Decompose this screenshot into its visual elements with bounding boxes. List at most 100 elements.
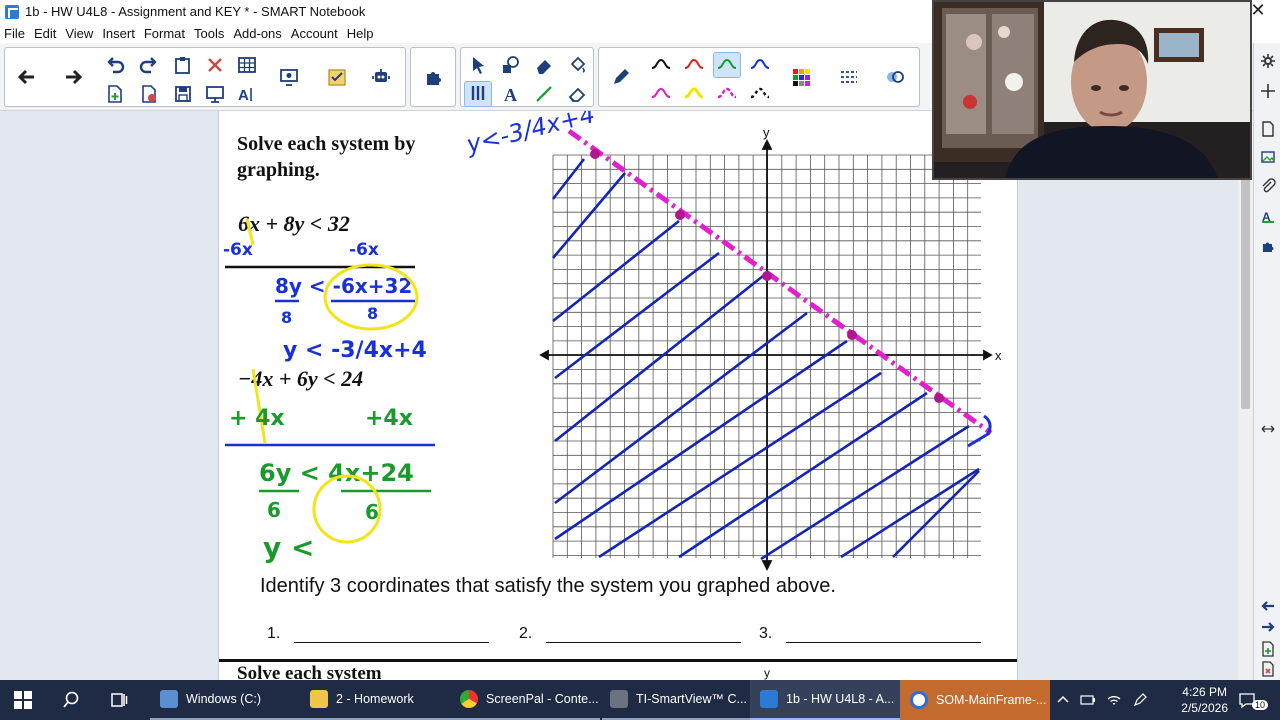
menu-tools[interactable]: Tools (194, 26, 224, 41)
task-view-button[interactable] (110, 680, 130, 720)
panel-add-page-button[interactable] (1258, 639, 1277, 658)
handwritten-step4: 6y < 4x+24 (259, 459, 414, 487)
pen-tray-icon[interactable] (1132, 680, 1150, 720)
next-page-button[interactable] (59, 64, 87, 90)
plotted-point (762, 271, 772, 281)
taskbar-label: TI-SmartView™ C... (636, 692, 747, 706)
notification-center-button[interactable]: 10 (1238, 680, 1269, 720)
taskbar-item-explorer-drive[interactable]: Windows (C:) (150, 680, 300, 720)
paperclip-icon (1262, 177, 1276, 192)
panel-move-button[interactable] (1258, 81, 1277, 100)
clock[interactable]: 4:26 PM 2/5/2026 (1181, 684, 1228, 716)
menu-add-ons[interactable]: Add-ons (233, 26, 281, 41)
vertical-scrollbar[interactable] (1238, 111, 1253, 680)
paste-button[interactable] (169, 52, 197, 78)
taskbar-item-screenpal[interactable]: ScreenPal - Conte... (450, 680, 600, 720)
response-button[interactable] (323, 64, 351, 90)
plotted-point (675, 210, 685, 220)
text-a-icon: A (504, 85, 517, 105)
move-arrows-icon (1260, 83, 1275, 98)
properties-tab[interactable]: A (1258, 206, 1277, 225)
pen-stroke-dotted-icon (750, 87, 770, 99)
panel-delete-page-button[interactable] (1258, 659, 1277, 678)
table-button[interactable] (233, 52, 261, 78)
effects-button[interactable] (881, 64, 909, 90)
previous-page-button[interactable] (13, 64, 41, 90)
shapes-tool-button[interactable] (497, 52, 525, 78)
document-camera-button[interactable] (275, 64, 303, 90)
answer-1[interactable]: 1. (267, 625, 490, 643)
answer-3[interactable]: 3. (759, 625, 982, 643)
hatch-line (552, 219, 680, 323)
pens-tool-button[interactable] (464, 81, 492, 107)
settings-button[interactable] (1258, 51, 1277, 70)
menu-help[interactable]: Help (347, 26, 374, 41)
undo-button[interactable] (101, 52, 129, 78)
taskbar-item-smart-notebook[interactable]: 1b - HW U4L8 - A... (750, 680, 900, 720)
text-tool-button[interactable]: A (497, 81, 525, 107)
pen-type-button[interactable] (607, 64, 635, 90)
menu-insert[interactable]: Insert (102, 26, 135, 41)
close-icon[interactable]: ✕ (1250, 1, 1266, 19)
magic-pen-button[interactable] (530, 52, 558, 78)
answer-blank-2[interactable] (546, 627, 742, 643)
select-tool-button[interactable] (464, 52, 492, 78)
menu-format[interactable]: Format (144, 26, 185, 41)
problem-title: Solve each system by graphing. (237, 133, 416, 181)
resize-panel-handle[interactable] (1258, 419, 1277, 438)
notebook-workspace[interactable]: Solve each system by graphing. 6x + 8y <… (0, 111, 1253, 680)
fill-tool-button[interactable] (563, 52, 591, 78)
add-ons-button[interactable] (367, 64, 395, 90)
color-picker-button[interactable] (787, 64, 815, 90)
menu-file[interactable]: File (4, 26, 25, 41)
pen-magenta-dashed[interactable] (713, 81, 741, 107)
menu-account[interactable]: Account (291, 26, 338, 41)
eraser-button[interactable] (563, 81, 591, 107)
screen-shade-button[interactable] (201, 81, 229, 107)
taskbar-item-ti-smartview[interactable]: TI-SmartView™ C... (602, 680, 750, 720)
pen-magenta[interactable] (647, 81, 675, 107)
tray-overflow-button[interactable] (1056, 680, 1074, 720)
taskbar-label: 2 - Homework (336, 692, 414, 706)
taskbar-item-som-mainframe[interactable]: SOM-MainFrame-... (900, 680, 1050, 720)
notebook-page[interactable]: Solve each system by graphing. 6x + 8y <… (218, 111, 1018, 680)
folder-icon (310, 690, 328, 708)
panel-next-page-button[interactable] (1258, 617, 1277, 636)
menu-edit[interactable]: Edit (34, 26, 56, 41)
axes (539, 138, 993, 572)
pen-red[interactable] (680, 52, 708, 78)
page-sorter-tab[interactable] (1258, 119, 1277, 138)
add-page-button[interactable] (101, 81, 129, 107)
pen-yellow[interactable] (680, 81, 708, 107)
pen-green[interactable] (713, 52, 741, 78)
windows-taskbar: Windows (C:) 2 - Homework ScreenPal - Co… (0, 680, 1280, 720)
line-tool-button[interactable] (530, 81, 558, 107)
search-button[interactable] (62, 680, 82, 720)
delete-button[interactable] (201, 52, 229, 78)
add-ons-tab[interactable] (1258, 236, 1277, 255)
smart-notebook-icon (5, 4, 19, 19)
shapes-icon (503, 56, 519, 73)
redo-button[interactable] (135, 52, 163, 78)
attachments-tab[interactable] (1258, 176, 1277, 195)
menu-view[interactable]: View (65, 26, 93, 41)
delete-page-button[interactable] (135, 81, 163, 107)
answer-blank-1[interactable] (294, 627, 490, 643)
windows-logo-icon (14, 691, 32, 709)
pen-blue[interactable] (746, 52, 774, 78)
save-button[interactable] (169, 81, 197, 107)
gallery-tab[interactable] (1258, 147, 1277, 166)
add-page-icon (108, 85, 122, 103)
lesson-activity-button[interactable] (419, 64, 447, 90)
answer-2[interactable]: 2. (519, 625, 742, 643)
start-button[interactable] (14, 680, 34, 720)
taskbar-item-homework-folder[interactable]: 2 - Homework (300, 680, 450, 720)
pen-black-dashed[interactable] (746, 81, 774, 107)
answer-blank-3[interactable] (786, 627, 982, 643)
battery-tray-icon[interactable] (1080, 680, 1098, 720)
text-format-button[interactable]: A (233, 81, 261, 107)
line-style-button[interactable] (835, 64, 863, 90)
pen-black[interactable] (647, 52, 675, 78)
network-tray-icon[interactable] (1106, 680, 1124, 720)
panel-prev-page-button[interactable] (1258, 596, 1277, 615)
